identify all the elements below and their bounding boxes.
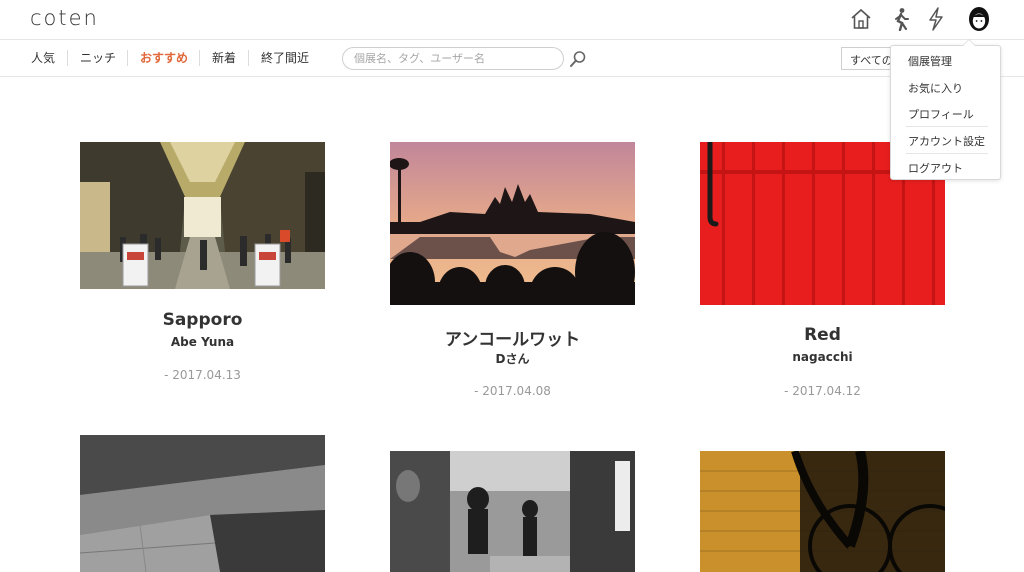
user-menu-dropdown: 個展管理 お気に入り プロフィール アカウント設定 ログアウト — [890, 39, 1001, 180]
top-header: coten — [0, 0, 1024, 40]
exhibition-date: - 2017.04.08 — [474, 384, 551, 398]
nav-divider — [248, 50, 249, 66]
exhibition-date: - 2017.04.12 — [784, 384, 861, 398]
search-input[interactable] — [342, 47, 564, 70]
nav-popular[interactable]: 人気 — [31, 51, 55, 65]
menu-account-settings[interactable]: アカウント設定 — [908, 133, 985, 149]
menu-divider — [906, 126, 988, 127]
nav-ending-soon[interactable]: 終了間近 — [261, 51, 309, 65]
exhibition-title[interactable]: Red — [700, 325, 945, 345]
exhibition-author[interactable]: nagacchi — [700, 350, 945, 364]
menu-profile[interactable]: プロフィール — [908, 106, 974, 122]
menu-logout[interactable]: ログアウト — [908, 160, 963, 176]
exhibition-thumbnail-angkor-wat[interactable] — [390, 142, 635, 305]
nav-new[interactable]: 新着 — [212, 51, 236, 65]
menu-divider — [906, 153, 988, 154]
menu-exhibition-management[interactable]: 個展管理 — [908, 53, 952, 69]
exhibition-author[interactable]: Dさん — [390, 350, 635, 367]
exhibition-author[interactable]: Abe Yuna — [80, 335, 325, 349]
lightning-icon[interactable] — [923, 6, 949, 32]
app-logo[interactable]: coten — [30, 6, 99, 30]
walking-person-icon[interactable] — [888, 6, 914, 32]
exhibition-title[interactable]: アンコールワット — [390, 325, 635, 350]
nav-divider — [127, 50, 128, 66]
exhibition-thumbnail-architecture[interactable] — [80, 435, 325, 572]
home-icon[interactable] — [848, 6, 874, 32]
search-icon[interactable] — [569, 50, 587, 68]
user-avatar-icon[interactable] — [966, 6, 992, 32]
exhibition-thumbnail-street-children[interactable] — [390, 451, 635, 572]
exhibition-title[interactable]: Sapporo — [80, 310, 325, 330]
nav-divider — [67, 50, 68, 66]
exhibition-thumbnail-bicycle[interactable] — [700, 451, 945, 572]
nav-recommended[interactable]: おすすめ — [140, 51, 188, 65]
menu-favorites[interactable]: お気に入り — [908, 80, 963, 96]
nav-divider — [199, 50, 200, 66]
exhibition-thumbnail-sapporo[interactable] — [80, 142, 325, 289]
exhibition-date: - 2017.04.13 — [164, 368, 241, 382]
nav-niche[interactable]: ニッチ — [80, 51, 116, 65]
